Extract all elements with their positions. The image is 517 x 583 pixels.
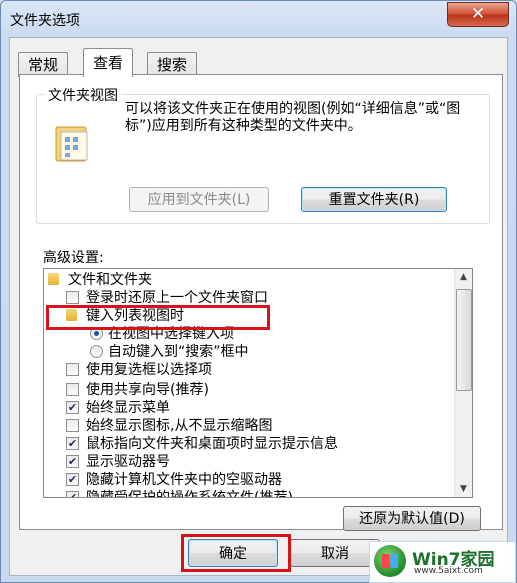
folder-view-icon [55, 126, 88, 162]
folder-options-dialog: 文件夹选项 ✕ 常规 查看 搜索 文件夹视图 可以将该文件夹正在使用的视图(例如… [0, 0, 517, 583]
folder-views-description: 可以将该文件夹正在使用的视图(例如“详细信息”或“图标”)应用到所有这种类型的文… [125, 101, 461, 134]
close-button[interactable]: ✕ [447, 2, 509, 27]
reset-folders-button[interactable]: 重置文件夹(R) [301, 187, 447, 212]
advanced-settings-label: 高级设置: [43, 250, 104, 266]
checkbox[interactable] [66, 419, 79, 432]
vertical-scrollbar[interactable]: ▲ ▼ [454, 269, 472, 497]
ok-button-highlight [181, 534, 291, 572]
cancel-button[interactable]: 取消 [290, 539, 380, 567]
scroll-down-arrow-icon[interactable]: ▼ [456, 481, 471, 497]
radio-button[interactable] [90, 345, 103, 358]
checkbox[interactable]: ✔ [66, 455, 79, 468]
folder-views-group: 文件夹视图 可以将该文件夹正在使用的视图(例如“详细信息”或“图标”)应用到所有… [36, 85, 490, 224]
checkbox[interactable]: ✔ [66, 401, 79, 414]
scroll-up-arrow-icon[interactable]: ▲ [456, 269, 471, 285]
window-title: 文件夹选项 [10, 13, 80, 29]
windows-logo-icon [374, 545, 406, 577]
checkbox[interactable]: ✔ [66, 437, 79, 450]
checkbox[interactable]: ✔ [66, 491, 79, 497]
watermark-badge: Win7家园 www.5aixt.com [369, 541, 516, 583]
checkbox[interactable] [66, 383, 79, 396]
sharing-wizard-highlight [46, 305, 270, 330]
advanced-settings-list[interactable]: 文件和文件夹 登录时还原上一个文件夹窗口 键入列表视图时 在视图中选择键入项 自… [43, 268, 473, 498]
apply-to-folders-button[interactable]: 应用到文件夹(L) [129, 187, 269, 212]
folder-icon [48, 273, 59, 285]
folder-views-label: 文件夹视图 [45, 85, 121, 105]
checkbox[interactable] [66, 291, 79, 304]
view-tab-panel: 文件夹视图 可以将该文件夹正在使用的视图(例如“详细信息”或“图标”)应用到所有… [19, 74, 503, 531]
scroll-thumb[interactable] [456, 289, 472, 391]
checkbox[interactable]: ✔ [66, 473, 79, 486]
tab-view[interactable]: 查看 [83, 48, 134, 77]
checkbox[interactable] [66, 363, 79, 376]
restore-defaults-button[interactable]: 还原为默认值(D) [343, 506, 481, 531]
watermark-url: www.5aixt.com [414, 566, 483, 576]
